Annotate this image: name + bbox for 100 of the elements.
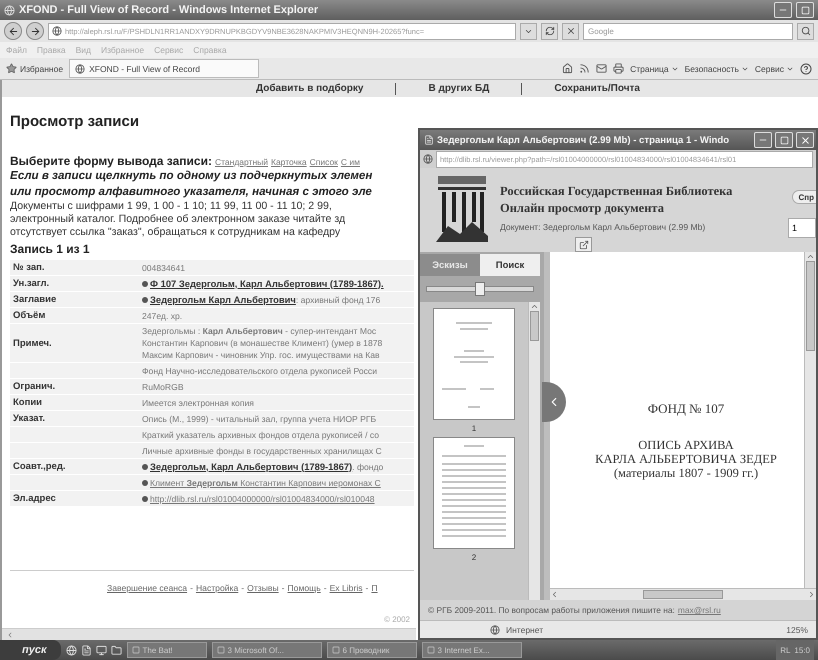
nav-link[interactable]: Добавить в подборку	[224, 82, 396, 94]
browser-icon[interactable]	[66, 644, 77, 656]
home-icon[interactable]	[562, 63, 574, 74]
bullet-icon	[142, 296, 148, 302]
record-link[interactable]: Зедергольм, Карл Альбертович (1789-1867)	[150, 460, 352, 472]
feed-icon[interactable]	[579, 63, 590, 74]
help-button[interactable]: Спр	[792, 190, 816, 204]
format-link[interactable]: Стандартный	[214, 157, 268, 167]
command-menu[interactable]: Безопасность	[684, 64, 749, 74]
globe-icon	[490, 624, 500, 634]
back-arrow-icon	[8, 26, 18, 36]
scrollbar[interactable]	[550, 588, 816, 600]
bullet-icon	[142, 464, 148, 470]
browser-tab[interactable]: XFOND - Full View of Record	[69, 59, 260, 78]
footer-link[interactable]: Ex Libris	[330, 583, 363, 593]
footer-link[interactable]: Настройка	[196, 583, 238, 593]
format-label: Выберите форму вывода записи:	[10, 154, 212, 168]
field-label: Эл.адрес	[13, 493, 56, 504]
expand-button[interactable]	[575, 237, 592, 252]
format-link[interactable]: С им	[340, 157, 360, 167]
record-link[interactable]: http://dlib.rsl.ru/rsl01004000000/rsl01004834000/rsl010048	[150, 492, 375, 504]
field-value: Максим Карпович - чиновник Упр. гос. имуществами на Кав	[142, 349, 380, 361]
slider-thumb[interactable]	[475, 282, 485, 296]
start-button[interactable]: пуск	[0, 640, 61, 660]
field-label: Ун.загл.	[13, 278, 50, 289]
format-link[interactable]: Карточка	[271, 157, 307, 167]
minimize-button[interactable]	[774, 2, 792, 18]
collapse-button[interactable]	[542, 382, 566, 422]
nav-link[interactable]: В других БД	[396, 82, 522, 94]
maximize-button[interactable]	[796, 2, 814, 18]
help-icon[interactable]	[800, 62, 812, 74]
library-logo	[434, 174, 490, 244]
print-icon[interactable]	[613, 63, 624, 74]
tray-label: RL	[780, 646, 790, 654]
favorites-button[interactable]: Избранное	[6, 63, 64, 74]
window-icon	[332, 646, 340, 654]
search-button[interactable]	[797, 22, 814, 40]
panel-tab[interactable]: Поиск	[480, 254, 540, 276]
scroll-thumb[interactable]	[643, 590, 723, 599]
zone-text: Интернет	[506, 624, 544, 634]
record-link[interactable]: Ф 107 Зедергольм, Карл Альбертович (1789-1867).	[150, 278, 384, 290]
footer-link[interactable]: Помощь	[288, 583, 321, 593]
page-icon	[75, 64, 86, 74]
field-label: № зап.	[13, 262, 44, 273]
scrollbar[interactable]	[528, 302, 540, 600]
bullet-icon	[142, 280, 148, 286]
forward-button[interactable]	[26, 22, 44, 40]
record-link[interactable]: Зедергольм Карл Альбертович	[150, 294, 296, 306]
search-field[interactable]: Google	[583, 22, 793, 40]
hint-text: Если в записи щелкнуть по одному из подчеркнутых элемен	[10, 168, 374, 184]
zoom-text: 125%	[786, 624, 808, 634]
viewer-subtitle: Онлайн просмотр документа	[500, 201, 665, 216]
close-button[interactable]	[796, 132, 814, 148]
close-icon	[800, 134, 810, 146]
record-link[interactable]: Климент Зедергольм Константин Карпович иеромонах С	[150, 476, 381, 488]
bullet-icon	[142, 480, 148, 486]
command-menu[interactable]: Страница	[630, 64, 679, 74]
window-icon	[216, 646, 225, 654]
command-menu[interactable]: Сервис	[754, 64, 794, 74]
separator-text: -	[282, 583, 284, 593]
footer-link[interactable]: П	[371, 583, 378, 593]
format-link[interactable]: Список	[310, 157, 338, 167]
field-value: : архивный фонд 176	[296, 294, 380, 306]
expand-arrow-icon	[578, 240, 588, 250]
mail-icon[interactable]	[596, 63, 608, 74]
scroll-thumb[interactable]	[806, 261, 815, 351]
refresh-button[interactable]	[541, 22, 558, 40]
scroll-thumb[interactable]	[530, 311, 539, 341]
page-icon	[423, 154, 433, 164]
window-icon	[132, 646, 140, 654]
footer-link[interactable]: Завершение сеанса	[107, 583, 188, 593]
back-button[interactable]	[4, 22, 22, 40]
field-value: Фонд Научно-исследовательского отдела рукописей Росси	[142, 364, 378, 376]
minimize-button[interactable]	[754, 132, 772, 148]
copyright-text: © 2002	[383, 614, 411, 626]
field-label: Копии	[13, 397, 42, 408]
field-value: 247ед. хр.	[142, 310, 182, 322]
folder-icon[interactable]	[110, 644, 122, 656]
record-counter: Запись 1 из 1	[10, 242, 91, 256]
scrollbar[interactable]	[804, 252, 816, 588]
page-text: ФОНД № 107	[648, 402, 724, 416]
field-value: Краткий указатель архивных фондов отдела рукописей / со	[142, 428, 380, 440]
search-icon	[800, 26, 810, 36]
footer-link[interactable]: Отзывы	[247, 583, 279, 593]
info-text: электронный каталог. Подробнее об электронном заказе читайте зд	[10, 213, 346, 226]
info-text: Документы с шифрами 1 99, 1 00 - 1 10; 11 99, 11 00 - 11 10; 2 99,	[10, 200, 333, 213]
bullet-icon	[142, 496, 148, 502]
desktop-icon[interactable]	[96, 644, 107, 656]
page-number-field[interactable]: 1	[788, 218, 816, 238]
page-text: (материалы 1807 - 1909 гг.)	[614, 466, 758, 480]
nav-link[interactable]: Сохранить/Почта	[522, 82, 672, 94]
field-label: Огранич.	[13, 381, 56, 392]
document-icon[interactable]	[80, 644, 92, 656]
email-link[interactable]: max@rsl.ru	[678, 605, 721, 615]
scrollbar[interactable]	[2, 628, 416, 640]
thumbnail-number: 2	[472, 553, 476, 562]
maximize-button[interactable]	[775, 132, 793, 148]
field-label: Указат.	[13, 413, 46, 424]
field-value: Опись (М., 1999) - читальный зал, группа учета НИОР РГБ	[142, 412, 376, 424]
info-text: отсутствует ссылка "заказ", обращаться к сотрудникам на кафедру	[10, 226, 342, 239]
